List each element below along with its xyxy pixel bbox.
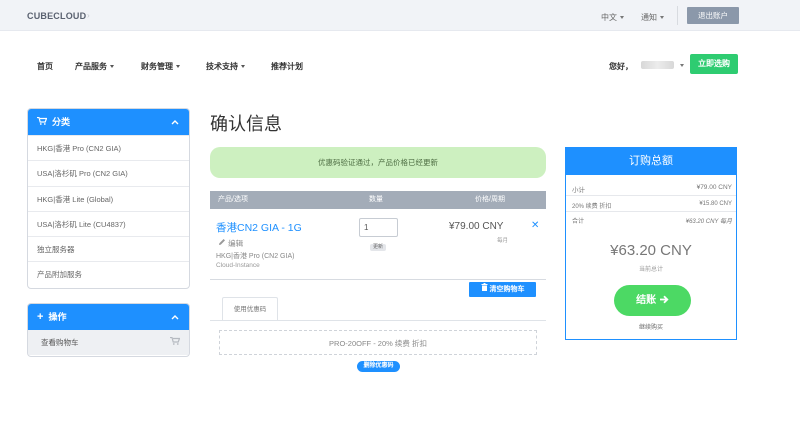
product-group: HKG|香港 Pro (CN2 GIA) bbox=[216, 253, 295, 260]
caret-down-icon bbox=[241, 65, 245, 69]
pencil-icon bbox=[218, 239, 228, 248]
language-dropdown[interactable]: 中文 bbox=[601, 12, 624, 23]
nav-billing[interactable]: 财务管理 bbox=[141, 61, 180, 72]
caret-down-icon bbox=[110, 65, 114, 69]
actions-panel: + 操作 查看购物车 bbox=[27, 303, 190, 357]
nav-products[interactable]: 产品服务 bbox=[75, 61, 114, 72]
checkout-label: 结账 bbox=[636, 295, 657, 306]
user-menu-toggle[interactable] bbox=[677, 61, 684, 70]
product-hostname: Cloud-Instance bbox=[216, 262, 260, 269]
item-price: ¥79.00 CNY bbox=[449, 221, 504, 232]
applied-coupon: PRO-20OFF - 20% 续费 折扣 bbox=[219, 330, 537, 355]
quantity-input[interactable]: 1 bbox=[359, 218, 398, 237]
empty-cart-label: 清空购物车 bbox=[489, 286, 525, 293]
actions-title: 操作 bbox=[48, 312, 67, 322]
divider bbox=[677, 6, 678, 25]
nav-affiliates[interactable]: 推荐计划 bbox=[271, 61, 303, 72]
remove-coupon-button[interactable]: 删除优惠码 bbox=[357, 361, 400, 372]
nav-home[interactable]: 首页 bbox=[37, 61, 53, 72]
view-cart-item[interactable]: 查看购物车 bbox=[28, 330, 189, 355]
product-name[interactable]: 香港CN2 GIA - 1G bbox=[216, 220, 302, 235]
nav-products-label: 产品服务 bbox=[75, 62, 107, 71]
user-name-redacted[interactable] bbox=[641, 61, 674, 69]
checkout-button[interactable]: 结账 bbox=[614, 285, 691, 316]
sidebar-item-usa-lite[interactable]: USA|洛杉矶 Lite (CU4837) bbox=[28, 210, 189, 236]
edit-link[interactable]: 编辑 bbox=[218, 238, 243, 249]
total-value: ¥63.20 CNY 每月 bbox=[685, 219, 732, 225]
sidebar-item-hkg-pro[interactable]: HKG|香港 Pro (CN2 GIA) bbox=[28, 135, 189, 160]
col-qty: 数量 bbox=[369, 196, 383, 203]
view-cart-label: 查看购物车 bbox=[41, 338, 79, 347]
update-quantity-button[interactable]: 更新 bbox=[370, 244, 387, 251]
caret-down-icon bbox=[620, 16, 624, 20]
edit-label: 编辑 bbox=[228, 239, 244, 248]
language-label: 中文 bbox=[601, 13, 617, 22]
discount-value: ¥15.80 CNY bbox=[699, 201, 732, 207]
plus-icon: + bbox=[37, 311, 44, 323]
empty-cart-button[interactable]: 清空购物车 bbox=[469, 282, 536, 297]
actions-header[interactable]: + 操作 bbox=[28, 304, 189, 330]
subtotal-label: 小计 bbox=[572, 187, 585, 194]
page-title: 确认信息 bbox=[210, 114, 282, 135]
top-bar: CUBECLOUD › 中文 通知 退出账户 bbox=[0, 0, 800, 31]
chevron-up-icon[interactable] bbox=[171, 304, 179, 330]
summary-title: 订购总额 bbox=[566, 148, 736, 175]
billing-cycle: 每月 bbox=[497, 238, 509, 244]
notifications-dropdown[interactable]: 通知 bbox=[641, 12, 664, 23]
main-nav: 首页 产品服务 财务管理 技术支持 推荐计划 您好， 立即选购 bbox=[0, 31, 800, 99]
grand-total-label: 当前总计 bbox=[638, 267, 663, 273]
categories-header[interactable]: 分类 bbox=[28, 109, 189, 135]
tab-use-coupon[interactable]: 使用优惠码 bbox=[222, 297, 278, 321]
caret-down-icon bbox=[660, 16, 664, 20]
total-row: 合计 ¥63.20 CNY 每月 bbox=[572, 216, 732, 225]
discount-label: 20% 续费 折扣 bbox=[572, 204, 612, 210]
continue-shopping-link[interactable]: 继续购买 bbox=[566, 322, 736, 331]
sidebar-item-dedicated[interactable]: 独立服务器 bbox=[28, 236, 189, 261]
cart-icon bbox=[170, 330, 181, 355]
chevron-right-icon: › bbox=[87, 11, 90, 20]
sidebar-item-addons[interactable]: 产品附加服务 bbox=[28, 261, 189, 286]
nav-support[interactable]: 技术支持 bbox=[206, 61, 245, 72]
subtotal-value: ¥79.00 CNY bbox=[696, 184, 732, 191]
total-label: 合计 bbox=[572, 219, 585, 225]
caret-down-icon bbox=[680, 64, 684, 68]
arrow-right-icon bbox=[659, 295, 669, 306]
categories-title: 分类 bbox=[52, 117, 71, 127]
tab-divider bbox=[210, 320, 546, 321]
grand-total: ¥63.20 CNY bbox=[610, 242, 692, 259]
coupon-success-alert: 优惠码验证通过，产品价格已经更新 bbox=[210, 147, 546, 178]
sidebar-item-hkg-lite[interactable]: HKG|香港 Lite (Global) bbox=[28, 185, 189, 211]
cart-table-header: 产品/选项 数量 价格/周期 bbox=[210, 191, 546, 209]
col-price: 价格/周期 bbox=[475, 196, 505, 203]
nav-billing-label: 财务管理 bbox=[141, 62, 173, 71]
subtotal-row: 小计 ¥79.00 CNY bbox=[572, 184, 732, 194]
chevron-up-icon[interactable] bbox=[171, 109, 179, 135]
cart-icon bbox=[37, 109, 48, 135]
divider bbox=[566, 211, 736, 212]
logo[interactable]: CUBECLOUD bbox=[27, 11, 86, 21]
buy-now-button[interactable]: 立即选购 bbox=[690, 54, 738, 74]
col-product: 产品/选项 bbox=[218, 196, 248, 203]
categories-panel: 分类 HKG|香港 Pro (CN2 GIA) USA|洛杉矶 Pro (CN2… bbox=[27, 108, 190, 289]
greeting: 您好， bbox=[609, 62, 633, 71]
cart-item-row: 香港CN2 GIA - 1G 编辑 HKG|香港 Pro (CN2 GIA) C… bbox=[210, 209, 546, 280]
nav-support-label: 技术支持 bbox=[206, 62, 238, 71]
cart-divider bbox=[210, 279, 546, 280]
logout-button[interactable]: 退出账户 bbox=[687, 7, 739, 24]
sidebar-item-usa-pro[interactable]: USA|洛杉矶 Pro (CN2 GIA) bbox=[28, 160, 189, 185]
divider bbox=[566, 195, 736, 196]
notifications-label: 通知 bbox=[641, 13, 657, 22]
discount-row: 20% 续费 折扣 ¥15.80 CNY bbox=[572, 201, 732, 210]
caret-down-icon bbox=[176, 65, 180, 69]
order-summary: 订购总额 小计 ¥79.00 CNY 20% 续费 折扣 ¥15.80 CNY … bbox=[565, 147, 737, 340]
remove-item-icon[interactable]: ✕ bbox=[531, 220, 539, 231]
